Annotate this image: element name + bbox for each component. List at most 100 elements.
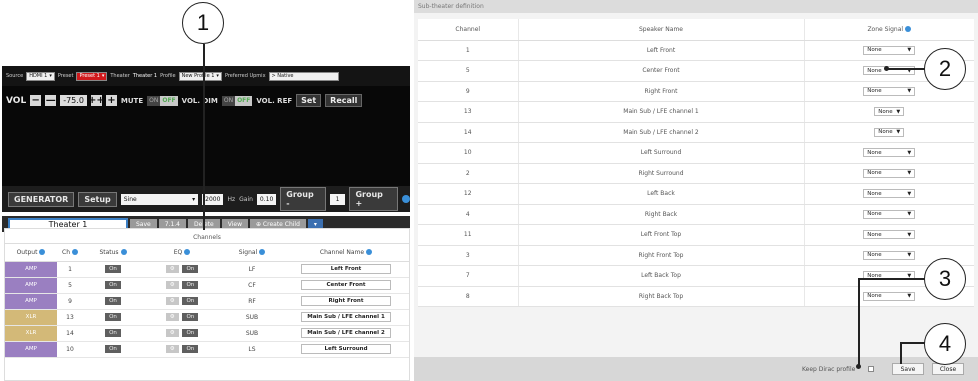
- output-cell[interactable]: XLR: [5, 325, 57, 342]
- volume-value[interactable]: -75.0: [60, 95, 87, 106]
- eq-toggle[interactable]: On: [182, 345, 199, 353]
- sub-theater-row: 2 Right Surround None ▼: [418, 163, 974, 184]
- status-toggle[interactable]: On: [105, 281, 121, 289]
- info-icon[interactable]: [72, 249, 78, 256]
- column-header: EQ: [143, 244, 221, 262]
- hz-label: Hz: [227, 195, 236, 203]
- channel-name-input[interactable]: Right Front: [301, 296, 391, 306]
- output-cell[interactable]: AMP: [5, 293, 57, 310]
- sub-theater-row: 4 Right Back None ▼: [418, 204, 974, 225]
- output-cell[interactable]: AMP: [5, 341, 57, 358]
- generator-button[interactable]: GENERATOR: [8, 191, 75, 207]
- eq-settings-button[interactable]: ⚙: [165, 329, 179, 337]
- gear-icon: ⚙: [169, 282, 175, 288]
- keep-dirac-checkbox[interactable]: [868, 366, 874, 372]
- chevron-down-icon: ▼: [907, 47, 912, 54]
- status-cell: On: [83, 341, 143, 358]
- channel-name-input[interactable]: Center Front: [301, 280, 391, 290]
- info-icon[interactable]: [120, 249, 127, 256]
- info-icon[interactable]: [366, 249, 373, 256]
- status-toggle[interactable]: On: [105, 329, 121, 337]
- status-cell: On: [83, 293, 143, 310]
- generator-gain-input[interactable]: 0.10: [256, 193, 277, 205]
- upmix-select[interactable]: > Native: [268, 71, 339, 81]
- preset-select[interactable]: Preset 1 ▾: [76, 71, 108, 81]
- profile-select[interactable]: New Profile 1 ▾: [178, 71, 222, 81]
- eq-settings-button[interactable]: ⚙: [165, 313, 179, 321]
- status-toggle[interactable]: On: [105, 265, 121, 273]
- generator-signal-select[interactable]: Sine ▾: [120, 193, 199, 205]
- zone-signal-select[interactable]: None ▼: [874, 127, 905, 137]
- zone-signal-select[interactable]: None ▼: [863, 291, 916, 301]
- info-icon[interactable]: [402, 195, 411, 203]
- volume-down-button[interactable]: −: [30, 95, 42, 106]
- main-controller-panel: Source HDMI 1 ▾ Preset Preset 1 ▾ Theater …: [0, 0, 412, 381]
- group-plus-button[interactable]: Group +: [349, 187, 399, 211]
- zone-signal-select[interactable]: None ▼: [863, 250, 916, 260]
- mute-toggle[interactable]: ON OFF: [147, 95, 178, 106]
- eq-toggle[interactable]: On: [182, 313, 199, 321]
- profile-label: Profile: [160, 73, 176, 79]
- info-icon[interactable]: [39, 249, 46, 256]
- source-select[interactable]: HDMI 1 ▾: [26, 71, 55, 81]
- output-cell[interactable]: XLR: [5, 309, 57, 326]
- zone-signal-select[interactable]: None ▼: [874, 107, 905, 117]
- column-header: Output: [5, 244, 57, 262]
- zone-signal-select[interactable]: None ▼: [863, 189, 916, 199]
- zone-signal-select[interactable]: None ▼: [863, 168, 916, 178]
- speaker-name: Left Back: [517, 183, 804, 205]
- channel-name-input[interactable]: Left Surround: [301, 344, 391, 354]
- sub-theater-row: 10 Left Surround None ▼: [418, 142, 974, 164]
- zone-signal-select[interactable]: None ▼: [863, 45, 916, 55]
- zone-signal-select[interactable]: None ▼: [863, 86, 916, 96]
- info-icon[interactable]: [184, 249, 191, 256]
- group-value[interactable]: 1: [329, 193, 346, 205]
- info-icon[interactable]: [905, 26, 912, 33]
- output-cell[interactable]: AMP: [5, 277, 57, 294]
- eq-settings-button[interactable]: ⚙: [165, 265, 179, 273]
- callout-2-leader: [886, 68, 926, 70]
- channel-name-cell: Main Sub / LFE channel 1: [283, 309, 409, 326]
- group-minus-button[interactable]: Group -: [280, 187, 326, 211]
- volume-down-fast-button[interactable]: —: [45, 95, 57, 106]
- callout-1: 1: [182, 2, 224, 44]
- eq-settings-button[interactable]: ⚙: [165, 345, 179, 353]
- volume-up-fast-button[interactable]: ++: [88, 95, 105, 106]
- vol-dim-label: VOL. DIM: [181, 96, 218, 105]
- theater-value[interactable]: Theater 1: [133, 73, 157, 79]
- zone-signal-select[interactable]: None ▼: [863, 230, 916, 240]
- eq-toggle[interactable]: On: [182, 297, 199, 305]
- channel-name-input[interactable]: Main Sub / LFE channel 1: [301, 312, 391, 322]
- zone-signal-cell: None ▼: [803, 122, 974, 143]
- zone-signal-select[interactable]: None ▼: [863, 209, 916, 219]
- eq-settings-button[interactable]: ⚙: [165, 297, 179, 305]
- channel-row: AMP 5 On ⚙ On CF Center Front: [5, 277, 409, 294]
- mute-label: MUTE: [120, 96, 144, 105]
- status-toggle[interactable]: On: [105, 345, 121, 353]
- output-cell[interactable]: AMP: [5, 261, 57, 278]
- vol-ref-set-button[interactable]: Set: [296, 94, 322, 107]
- info-icon[interactable]: [259, 249, 266, 256]
- eq-toggle[interactable]: On: [182, 329, 199, 337]
- volume-up-button[interactable]: +: [105, 95, 117, 106]
- channel-row: AMP 10 On ⚙ On LS Left Surround: [5, 341, 409, 358]
- callout-3-leader-v: [858, 278, 860, 366]
- status-toggle[interactable]: On: [105, 297, 121, 305]
- eq-toggle[interactable]: On: [182, 265, 199, 273]
- vol-dim-toggle[interactable]: ON OFF: [221, 95, 253, 106]
- channel-name-input[interactable]: Left Front: [301, 264, 391, 274]
- vol-ref-recall-button[interactable]: Recall: [325, 94, 363, 107]
- save-button[interactable]: Save: [892, 363, 924, 375]
- eq-toggle[interactable]: On: [182, 281, 199, 289]
- chevron-down-icon: ▾: [192, 195, 196, 203]
- close-button[interactable]: Close: [932, 363, 964, 375]
- zone-signal-select[interactable]: None ▼: [863, 148, 916, 158]
- status-toggle[interactable]: On: [105, 313, 121, 321]
- callout-4-leader-h: [900, 342, 926, 344]
- speaker-name: Left Back Top: [517, 265, 804, 287]
- generator-frequency-input[interactable]: 2000: [202, 193, 224, 205]
- eq-settings-button[interactable]: ⚙: [165, 281, 179, 289]
- eq-cell: ⚙ On: [143, 309, 221, 326]
- channel-name-input[interactable]: Main Sub / LFE channel 2: [301, 328, 391, 338]
- generator-setup-button[interactable]: Setup: [78, 191, 117, 207]
